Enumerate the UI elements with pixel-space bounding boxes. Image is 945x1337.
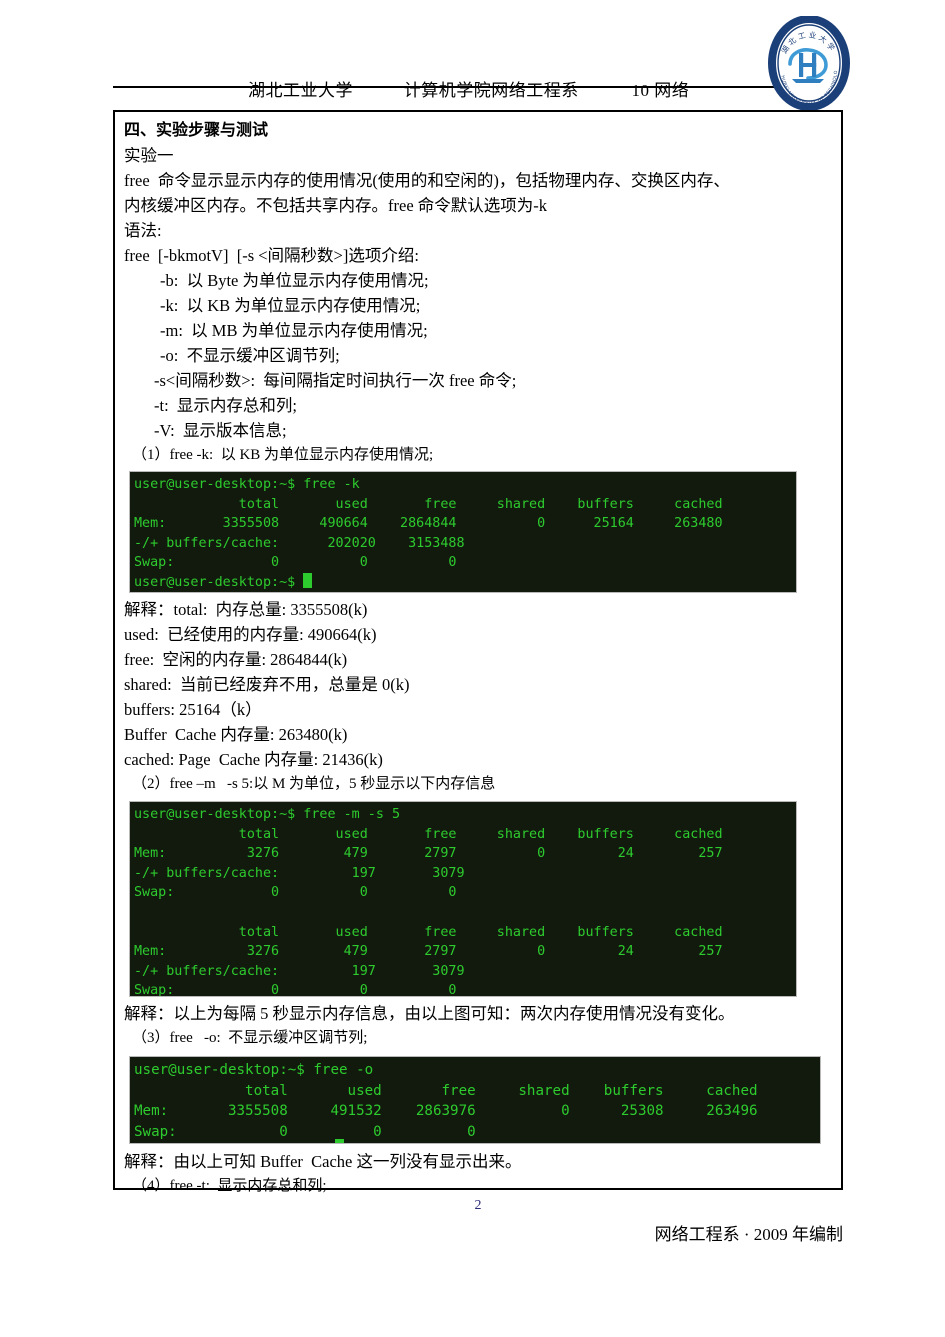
page-number: 2 xyxy=(474,1198,482,1213)
header-divider xyxy=(113,86,843,88)
free-o-terminal-output: user@user-desktop:~$ free -o total used … xyxy=(134,1062,758,1140)
page-footer: 2 网络工程系 · 2009 年编制 xyxy=(113,1198,844,1244)
step-3-label: （3）free -o: 不显示缓冲区调节列; xyxy=(132,1030,368,1046)
option-m: -m: 以 MB 为单位显示内存使用情况; xyxy=(160,321,428,340)
option-k: -k: 以 KB 为单位显示内存使用情况; xyxy=(160,296,421,315)
free-k-terminal-output: user@user-desktop:~$ free -k total used … xyxy=(134,477,723,590)
explain-1-cached: cached: Page Cache 内存量: 21436(k) xyxy=(124,750,383,769)
header-text-row: 湖北工业大学 计算机学院网络工程系 10 网络 xyxy=(113,76,773,101)
content-border-box: 四、实验步骤与测试 实验一 free 命令显示显示内存的使用情况(使用的和空闲的… xyxy=(113,110,843,1194)
experiment-label: 实验一 xyxy=(124,146,174,165)
document-page: 湖北工业大学 计算机学院网络工程系 10 网络 湖北工业大学 HUBEI UNI… xyxy=(0,0,945,1337)
free-o-terminal: user@user-desktop:~$ free -o total used … xyxy=(129,1056,821,1144)
explain-3: 解释：由以上可知 Buffer Cache 这一列没有显示出来。 xyxy=(124,1152,522,1171)
option-v: -V: 显示版本信息; xyxy=(154,421,287,440)
hubei-university-of-technology-seal-icon: 湖北工业大学 HUBEI UNIVERSITY OF TECHNOLOGY xyxy=(764,16,854,112)
explain-1-used: used: 已经使用的内存量: 490664(k) xyxy=(124,625,377,644)
syntax-label: 语法: xyxy=(124,221,162,240)
explain-1-total: 解释：total: 内存总量: 3355508(k) xyxy=(124,600,368,619)
terminal-cursor xyxy=(303,572,313,588)
option-s: -s<间隔秒数>: 每间隔指定时间执行一次 free 命令; xyxy=(154,371,517,390)
explain-1-shared: shared: 当前已经废弃不用，总量是 0(k) xyxy=(124,675,410,694)
explain-2: 解释：以上为每隔 5 秒显示内存信息，由以上图可知：两次内存使用情况没有变化。 xyxy=(124,1004,735,1023)
intro-line-2: 内核缓冲区内存。不包括共享内存。free 命令默认选项为-k xyxy=(124,196,548,215)
step-1-label: （1）free -k: 以 KB 为单位显示内存使用情况; xyxy=(132,447,434,463)
footer-credit: 网络工程系 · 2009 年编制 xyxy=(654,1225,843,1244)
content-body: 四、实验步骤与测试 实验一 free 命令显示显示内存的使用情况(使用的和空闲的… xyxy=(124,118,836,1199)
terminal-cursor xyxy=(335,1139,344,1143)
header-university: 湖北工业大学 xyxy=(248,81,353,100)
page-header: 湖北工业大学 计算机学院网络工程系 10 网络 xyxy=(113,14,843,101)
step-2-label: （2）free –m -s 5:以 M 为单位，5 秒显示以下内存信息 xyxy=(132,776,496,792)
intro-line-1: free 命令显示显示内存的使用情况(使用的和空闲的)，包括物理内存、交换区内存… xyxy=(124,171,730,190)
explain-1-buffer-cache: Buffer Cache 内存量: 263480(k) xyxy=(124,725,348,744)
free-m-s5-terminal: user@user-desktop:~$ free -m -s 5 total … xyxy=(129,801,797,997)
option-o: -o: 不显示缓冲区调节列; xyxy=(160,346,340,365)
free-m-s5-terminal-output: user@user-desktop:~$ free -m -s 5 total … xyxy=(134,807,723,997)
explain-1-free: free: 空闲的内存量: 2864844(k) xyxy=(124,650,348,669)
syntax-line: free [-bkmotV] [-s <间隔秒数>]选项介绍: xyxy=(124,246,419,265)
option-b: -b: 以 Byte 为单位显示内存使用情况; xyxy=(160,271,429,290)
free-k-terminal: user@user-desktop:~$ free -k total used … xyxy=(129,471,797,593)
step-4-label: （4）free -t: 显示内存总和列; xyxy=(132,1178,327,1194)
section-title: 四、实验步骤与测试 xyxy=(124,122,269,139)
option-t: -t: 显示内存总和列; xyxy=(154,396,297,415)
header-department: 计算机学院网络工程系 xyxy=(403,81,579,100)
explain-1-buffers: buffers: 25164（k） xyxy=(124,700,262,719)
header-class: 10 网络 xyxy=(631,81,690,100)
